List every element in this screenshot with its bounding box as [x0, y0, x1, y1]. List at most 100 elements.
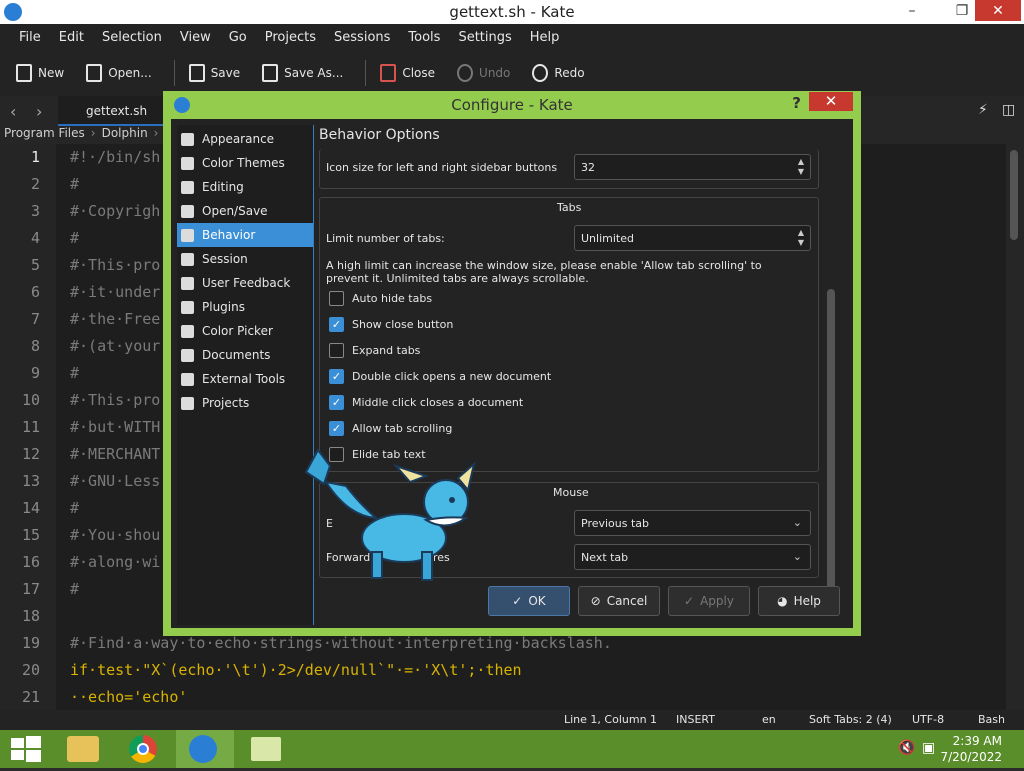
network-icon[interactable]: ▣	[922, 740, 935, 756]
sidebar-item-color-picker[interactable]: Color Picker	[177, 319, 313, 343]
code-line[interactable]: #	[70, 364, 79, 382]
spell-language[interactable]: en	[762, 713, 776, 726]
menu-view[interactable]: View	[171, 30, 220, 45]
back-button-combo[interactable]: Previous tab ⌄	[574, 510, 811, 536]
code-line[interactable]: #·the·Free	[70, 310, 160, 328]
menu-projects[interactable]: Projects	[256, 30, 325, 45]
menu-help[interactable]: Help	[521, 30, 569, 45]
checkbox-checked-icon[interactable]: ✓	[329, 421, 344, 436]
sidebar-item-projects[interactable]: Projects	[177, 391, 313, 415]
code-line[interactable]: #·This·pro	[70, 391, 160, 409]
close-document-button[interactable]: Close	[380, 64, 435, 82]
checkbox-auto-hide-tabs[interactable]: Auto hide tabs	[329, 291, 432, 306]
checkbox-allow-tab-scrolling[interactable]: ✓ Allow tab scrolling	[329, 421, 452, 436]
spin-arrows-icon[interactable]: ▲ ▼	[798, 228, 804, 248]
tab-back-arrow-icon[interactable]: ‹	[10, 102, 16, 121]
icon-size-spinbox[interactable]: 32 ▲ ▼	[574, 154, 811, 180]
checkbox-unchecked-icon[interactable]	[329, 291, 344, 306]
undo-button[interactable]: Undo	[457, 64, 510, 82]
menu-file[interactable]: File	[10, 30, 50, 45]
sidebar-item-color-themes[interactable]: Color Themes	[177, 151, 313, 175]
volume-muted-icon[interactable]: 🔇	[898, 740, 915, 756]
new-button[interactable]: New	[16, 64, 64, 82]
sidebar-item-behavior[interactable]: Behavior	[177, 223, 313, 247]
sidebar-item-user-feedback[interactable]: User Feedback	[177, 271, 313, 295]
chrome-taskbar-icon[interactable]	[116, 730, 174, 768]
save-button[interactable]: Save	[188, 64, 240, 82]
dialog-close-button[interactable]: ✕	[809, 92, 853, 111]
checkbox-unchecked-icon[interactable]	[329, 343, 344, 358]
split-view-icon[interactable]: ◫	[1002, 102, 1015, 118]
notes-taskbar-icon[interactable]	[238, 730, 296, 768]
checkbox-middle-click-closes-a-document[interactable]: ✓ Middle click closes a document	[329, 395, 523, 410]
sidebar-item-editing[interactable]: Editing	[177, 175, 313, 199]
sidebar-item-session[interactable]: Session	[177, 247, 313, 271]
input-mode[interactable]: INSERT	[676, 713, 715, 726]
checkbox-checked-icon[interactable]: ✓	[329, 369, 344, 384]
sidebar-item-plugins[interactable]: Plugins	[177, 295, 313, 319]
tab-forward-arrow-icon[interactable]: ›	[36, 102, 42, 121]
sidebar-item-documents[interactable]: Documents	[177, 343, 313, 367]
code-line[interactable]: #·Copyrigh	[70, 202, 160, 220]
syntax-mode[interactable]: Bash	[978, 713, 1005, 726]
code-line[interactable]: #·along·wi	[70, 553, 160, 571]
indent-settings[interactable]: Soft Tabs: 2 (4)	[809, 713, 892, 726]
checkbox-checked-icon[interactable]: ✓	[329, 317, 344, 332]
forward-button-combo[interactable]: Next tab ⌄	[574, 544, 811, 570]
code-line[interactable]: #	[70, 499, 79, 517]
code-line[interactable]: #	[70, 175, 79, 193]
sidebar-item-appearance[interactable]: Appearance	[177, 127, 313, 151]
code-line[interactable]: #!·/bin/sh	[70, 148, 160, 166]
checkbox-double-click-opens-a-new-document[interactable]: ✓ Double click opens a new document	[329, 369, 551, 384]
save-as-button[interactable]: Save As...	[262, 64, 343, 82]
menu-go[interactable]: Go	[220, 30, 256, 45]
cancel-button[interactable]: ⊘ Cancel	[578, 586, 660, 616]
breadcrumb-item[interactable]: Dolphin	[102, 126, 148, 144]
code-line[interactable]: #·This·pro	[70, 256, 160, 274]
checkbox-checked-icon[interactable]: ✓	[329, 395, 344, 410]
menu-tools[interactable]: Tools	[399, 30, 449, 45]
taskbar-clock[interactable]: 2:39 AM 7/20/2022	[940, 733, 1002, 765]
options-scrollbar[interactable]	[827, 289, 835, 591]
code-line[interactable]: if·test·"X`(echo·'\t')·2>/dev/null`"·=·'…	[70, 661, 522, 679]
checkbox-show-close-button[interactable]: ✓ Show close button	[329, 317, 453, 332]
check-icon: ✓	[512, 594, 523, 608]
code-line[interactable]: #·(at·your	[70, 337, 160, 355]
file-explorer-taskbar-icon[interactable]	[58, 730, 116, 768]
editor-scrollbar[interactable]	[1006, 144, 1024, 710]
code-line[interactable]: #·Find·a·way·to·echo·strings·without·int…	[70, 634, 612, 652]
open-button[interactable]: Open...	[86, 64, 152, 82]
context-help-button[interactable]: ?	[792, 94, 801, 112]
limit-tabs-spinbox[interactable]: Unlimited ▲ ▼	[574, 225, 811, 251]
code-line[interactable]: #·You·shou	[70, 526, 160, 544]
code-line[interactable]: #·MERCHANT	[70, 445, 160, 463]
menu-settings[interactable]: Settings	[449, 30, 520, 45]
apply-button[interactable]: ✓ Apply	[668, 586, 750, 616]
menu-selection[interactable]: Selection	[93, 30, 171, 45]
code-line[interactable]: ··echo='echo'	[70, 688, 187, 706]
start-button[interactable]	[0, 730, 58, 768]
encoding[interactable]: UTF-8	[912, 713, 944, 726]
cursor-position[interactable]: Line 1, Column 1	[564, 713, 657, 726]
checkbox-expand-tabs[interactable]: Expand tabs	[329, 343, 420, 358]
help-button[interactable]: ◕ Help	[758, 586, 840, 616]
menu-sessions[interactable]: Sessions	[325, 30, 399, 45]
ok-button[interactable]: ✓ OK	[488, 586, 570, 616]
minimize-button[interactable]: –	[892, 0, 932, 24]
breadcrumb-item[interactable]: Program Files	[4, 126, 85, 144]
code-line[interactable]: #	[70, 229, 79, 247]
code-line[interactable]: #·but·WITH	[70, 418, 160, 436]
code-line[interactable]: #·GNU·Less	[70, 472, 160, 490]
menu-edit[interactable]: Edit	[50, 30, 93, 45]
kate-taskbar-icon[interactable]	[176, 730, 234, 768]
sidebar-item-external-tools[interactable]: External Tools	[177, 367, 313, 391]
tab-gettext[interactable]: gettext.sh	[58, 96, 178, 126]
redo-button[interactable]: Redo	[532, 64, 585, 82]
spin-arrows-icon[interactable]: ▲ ▼	[798, 157, 804, 177]
scrollbar-thumb[interactable]	[1010, 150, 1018, 240]
code-line[interactable]: #·it·under	[70, 283, 160, 301]
code-line[interactable]: #	[70, 580, 79, 598]
sidebar-item-open-save[interactable]: Open/Save	[177, 199, 313, 223]
close-window-button[interactable]: ✕	[975, 0, 1021, 21]
pin-icon[interactable]: ⚡	[978, 102, 988, 118]
